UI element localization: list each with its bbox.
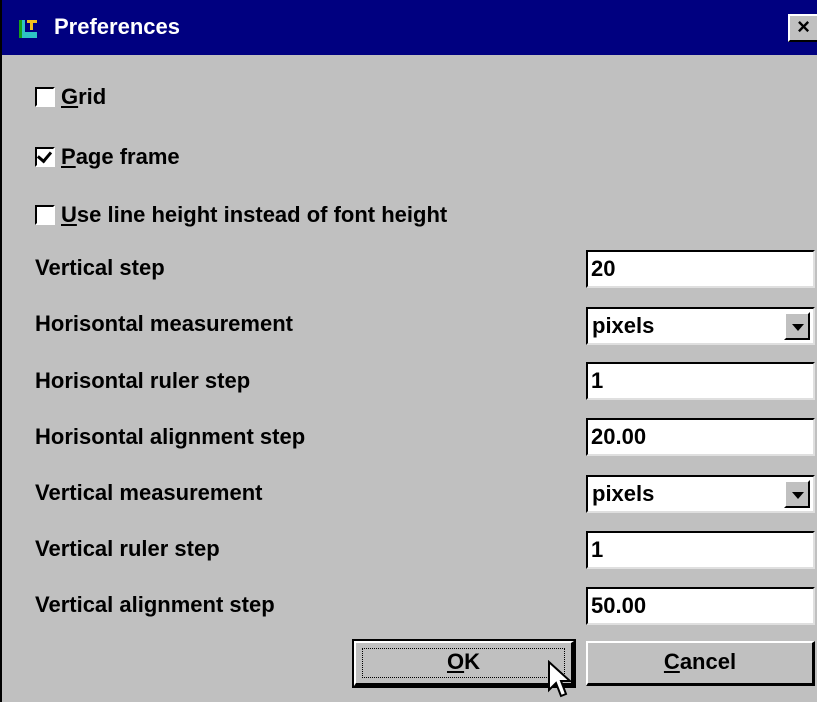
- focus-rectangle: [362, 648, 565, 678]
- vertical-alignment-step-input[interactable]: 50.00: [586, 587, 815, 625]
- mouse-pointer-icon: [548, 660, 573, 698]
- horisontal-ruler-step-input[interactable]: 1: [586, 362, 815, 400]
- horisontal-alignment-step-input[interactable]: 20.00: [586, 418, 815, 456]
- line-height-checkbox-label: Use line height instead of font height: [61, 202, 448, 227]
- app-logo-icon: [19, 20, 37, 38]
- horisontal-measurement-value: pixels: [592, 313, 655, 338]
- page-frame-checkbox-row[interactable]: Page frame: [35, 142, 180, 172]
- vertical-ruler-step-input[interactable]: 1: [586, 531, 815, 569]
- vertical-measurement-label: Vertical measurement: [35, 480, 263, 505]
- vertical-step-input[interactable]: 20: [586, 250, 815, 288]
- ok-button[interactable]: OK: [352, 639, 576, 688]
- grid-checkbox[interactable]: [35, 87, 55, 107]
- vertical-measurement-value: pixels: [592, 481, 655, 506]
- page-frame-checkbox[interactable]: [35, 147, 55, 167]
- cancel-button[interactable]: Cancel: [586, 641, 815, 686]
- vertical-step-label: Vertical step: [35, 255, 165, 280]
- vertical-alignment-step-label: Vertical alignment step: [35, 592, 275, 617]
- horisontal-ruler-step-label: Horisontal ruler step: [35, 368, 251, 393]
- grid-checkbox-label: Grid: [61, 84, 107, 109]
- preferences-dialog: Preferences × Grid Page frame Use line h…: [0, 0, 817, 702]
- horisontal-measurement-select[interactable]: pixels: [586, 307, 815, 345]
- chevron-down-icon[interactable]: [784, 480, 810, 508]
- window-title: Preferences: [54, 14, 180, 39]
- horisontal-alignment-step-label: Horisontal alignment step: [35, 424, 306, 449]
- line-height-checkbox[interactable]: [35, 205, 55, 225]
- line-height-checkbox-row[interactable]: Use line height instead of font height: [35, 200, 447, 230]
- title-bar[interactable]: Preferences ×: [2, 0, 817, 55]
- page-frame-checkbox-label: Page frame: [61, 144, 180, 169]
- chevron-down-icon[interactable]: [784, 312, 810, 340]
- grid-checkbox-row[interactable]: Grid: [35, 82, 106, 112]
- vertical-measurement-select[interactable]: pixels: [586, 475, 815, 513]
- close-button[interactable]: ×: [788, 14, 817, 42]
- horisontal-measurement-label: Horisontal measurement: [35, 311, 293, 336]
- vertical-ruler-step-label: Vertical ruler step: [35, 536, 220, 561]
